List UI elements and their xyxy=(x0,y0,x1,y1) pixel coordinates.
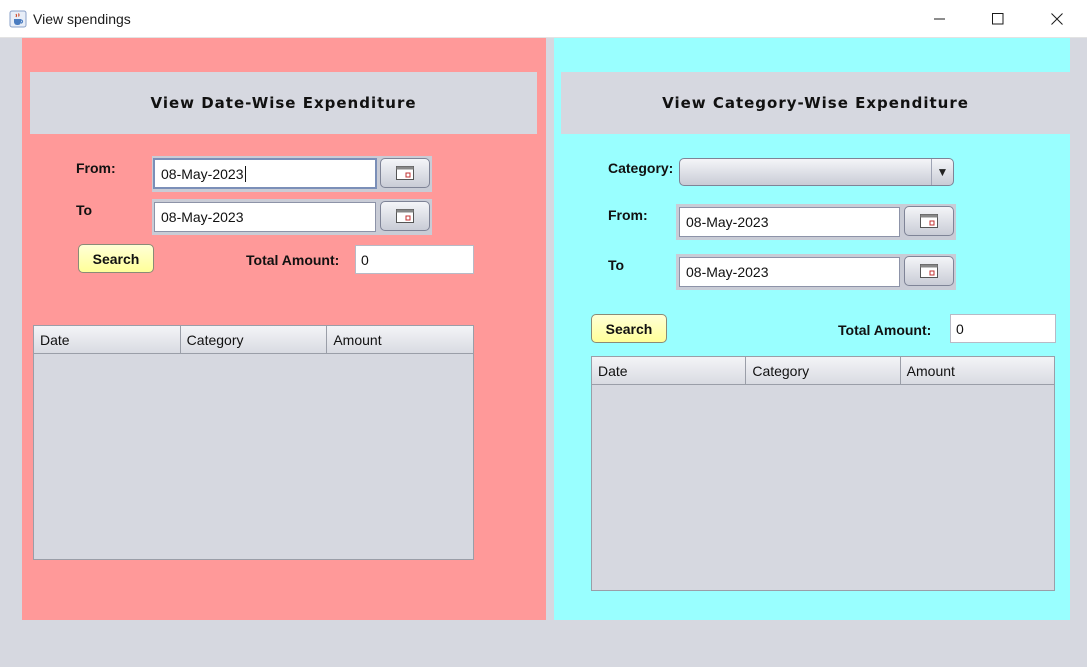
maximize-button[interactable] xyxy=(969,0,1027,38)
to-date-picker: 08-May-2023 xyxy=(676,254,956,290)
minimize-icon xyxy=(934,18,945,20)
minimize-button[interactable] xyxy=(911,0,969,38)
close-button[interactable] xyxy=(1028,0,1086,38)
calendar-icon xyxy=(920,214,938,228)
calendar-icon xyxy=(396,166,414,180)
date-wise-table[interactable]: Date Category Amount xyxy=(33,325,474,560)
text-caret xyxy=(244,165,246,182)
search-button[interactable]: Search xyxy=(78,244,154,273)
to-date-picker: 08-May-2023 xyxy=(152,199,432,235)
from-date-field[interactable]: 08-May-2023 xyxy=(153,158,377,189)
total-amount-field[interactable]: 0 xyxy=(355,245,474,274)
to-label: To xyxy=(608,257,625,273)
category-wise-header: View Category-Wise Expenditure xyxy=(561,72,1070,134)
from-calendar-button[interactable] xyxy=(380,158,430,188)
category-wise-panel: View Category-Wise Expenditure Category:… xyxy=(554,38,1070,620)
total-amount-label: Total Amount: xyxy=(838,322,932,338)
chevron-down-icon: ▼ xyxy=(931,159,953,185)
table-header: Date Category Amount xyxy=(592,357,1054,385)
to-calendar-button[interactable] xyxy=(380,201,430,231)
to-date-field[interactable]: 08-May-2023 xyxy=(679,257,900,287)
to-calendar-button[interactable] xyxy=(904,256,954,286)
category-dropdown[interactable]: ▼ xyxy=(679,158,954,186)
total-amount-label: Total Amount: xyxy=(246,252,340,268)
search-button[interactable]: Search xyxy=(591,314,667,343)
column-header-category[interactable]: Category xyxy=(746,357,901,384)
from-calendar-button[interactable] xyxy=(904,206,954,236)
calendar-icon xyxy=(920,264,938,278)
from-label: From: xyxy=(608,207,648,223)
column-header-date[interactable]: Date xyxy=(34,326,181,353)
date-wise-panel: View Date-Wise Expenditure From: 08-May-… xyxy=(22,38,546,620)
column-header-category[interactable]: Category xyxy=(181,326,328,353)
from-date-field[interactable]: 08-May-2023 xyxy=(679,207,900,237)
from-date-picker: 08-May-2023 xyxy=(676,204,956,240)
maximize-icon xyxy=(992,13,1004,25)
title-bar: View spendings xyxy=(0,0,1087,38)
category-wise-table[interactable]: Date Category Amount xyxy=(591,356,1055,591)
column-header-date[interactable]: Date xyxy=(592,357,747,384)
column-header-amount[interactable]: Amount xyxy=(901,357,1054,384)
close-icon xyxy=(1051,13,1063,25)
java-cup-icon xyxy=(9,10,27,28)
total-amount-field[interactable]: 0 xyxy=(950,314,1056,343)
column-header-amount[interactable]: Amount xyxy=(327,326,473,353)
to-label: To xyxy=(76,202,93,218)
from-label: From: xyxy=(76,160,116,176)
table-header: Date Category Amount xyxy=(34,326,473,354)
calendar-icon xyxy=(396,209,414,223)
window-title: View spendings xyxy=(33,11,131,27)
to-date-field[interactable]: 08-May-2023 xyxy=(154,202,376,232)
category-label: Category: xyxy=(608,160,674,176)
date-wise-header: View Date-Wise Expenditure xyxy=(30,72,537,134)
from-date-picker: 08-May-2023 xyxy=(152,156,432,192)
